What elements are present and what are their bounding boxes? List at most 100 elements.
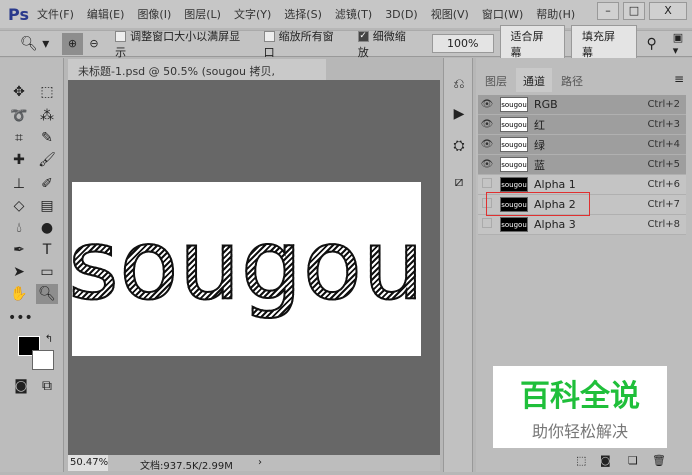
3d-icon[interactable]: ⛭ bbox=[448, 136, 470, 156]
search-icon[interactable]: ⚲ bbox=[647, 36, 657, 52]
rectangle-tool-icon[interactable]: ▭ bbox=[36, 262, 58, 282]
eye-icon[interactable]: 👁︎ bbox=[478, 119, 496, 130]
document-tab[interactable]: 未标题-1.psd @ 50.5% (sougou 拷贝, RGB/8#) * … bbox=[68, 59, 326, 92]
watermark-subtitle: 助你轻松解决 bbox=[531, 422, 628, 441]
resize-windows-checkbox[interactable]: 调整窗口大小以满屏显示 bbox=[115, 28, 249, 60]
move-tool-icon[interactable]: ✥ bbox=[8, 82, 30, 102]
zoom-in-icon[interactable]: ⊕ bbox=[61, 32, 84, 55]
channel-thumbnail: sougou bbox=[500, 217, 528, 232]
screen-mode-icon[interactable]: ⧉ bbox=[36, 376, 58, 396]
panel-dock-strip: ⎌ ▶ ⛭ ⧄ bbox=[443, 58, 473, 472]
visibility-toggle[interactable] bbox=[478, 178, 496, 191]
channel-name: Alpha 1 bbox=[534, 178, 576, 191]
magic-wand-icon[interactable]: ⁂ bbox=[36, 106, 58, 126]
history-icon[interactable]: ⎌ bbox=[448, 74, 470, 94]
scrubby-zoom-checkbox[interactable]: ✓ 细微缩放 bbox=[357, 28, 416, 60]
zoom-level[interactable]: 50.47% bbox=[68, 455, 108, 471]
channel-name: 红 bbox=[534, 118, 545, 132]
watermark-title: 百科全说 bbox=[520, 379, 640, 414]
maximize-button[interactable]: □ bbox=[623, 2, 645, 20]
channel-thumbnail: sougou bbox=[500, 137, 528, 152]
channel-thumbnail: sougou bbox=[500, 177, 528, 192]
zoom-out-icon[interactable]: ⊖ bbox=[89, 37, 109, 50]
document-canvas[interactable]: sougou bbox=[67, 182, 425, 356]
channel-shortcut: Ctrl+8 bbox=[647, 219, 680, 230]
actions-play-icon[interactable]: ▶ bbox=[448, 104, 470, 124]
type-tool-icon[interactable]: T bbox=[36, 240, 58, 260]
zoom-value-input[interactable]: 100% bbox=[432, 34, 494, 53]
close-button[interactable]: X bbox=[649, 2, 687, 20]
swap-colors-icon[interactable]: ↰ bbox=[38, 330, 60, 350]
menu-help[interactable]: 帮助(H) bbox=[536, 6, 575, 22]
path-selection-icon[interactable]: ➤ bbox=[8, 262, 30, 282]
panel-menu-icon[interactable]: ≡ bbox=[674, 72, 684, 86]
eye-icon[interactable]: 👁︎ bbox=[478, 159, 496, 170]
properties-icon[interactable]: ⧄ bbox=[448, 172, 470, 192]
background-color-swatch[interactable] bbox=[32, 350, 54, 370]
zoom-all-checkbox[interactable]: 缩放所有窗口 bbox=[263, 28, 344, 60]
channel-shortcut: Ctrl+2 bbox=[647, 99, 680, 110]
channel-thumbnail: sougou bbox=[500, 117, 528, 132]
channel-row[interactable]: 👁︎ sougou 红 Ctrl+3 bbox=[478, 115, 686, 135]
eyedropper-icon[interactable]: ✎ bbox=[36, 128, 58, 148]
watermark: 百科全说 助你轻松解决 bbox=[493, 366, 667, 448]
highlight-box bbox=[486, 192, 590, 216]
fit-screen-button[interactable]: 适合屏幕 bbox=[499, 24, 566, 63]
channel-row[interactable]: 👁︎ sougou RGB Ctrl+2 bbox=[478, 95, 686, 115]
marquee-tool-icon[interactable]: ⬚ bbox=[36, 82, 58, 102]
channel-shortcut: Ctrl+7 bbox=[647, 199, 680, 210]
status-bar: 50.47% 文档:937.5K/2.99M › bbox=[68, 455, 440, 472]
dodge-tool-icon[interactable]: ● bbox=[36, 218, 58, 238]
eye-icon[interactable]: 👁︎ bbox=[478, 99, 496, 110]
eye-icon[interactable]: 👁︎ bbox=[478, 139, 496, 150]
menu-file[interactable]: 文件(F) bbox=[37, 6, 74, 22]
menu-3d[interactable]: 3D(D) bbox=[385, 8, 418, 21]
photoshop-logo: Ps bbox=[8, 4, 29, 24]
workspace-icon[interactable]: ▣ ▾ bbox=[673, 31, 692, 57]
fill-screen-button[interactable]: 填充屏幕 bbox=[571, 24, 637, 63]
save-selection-icon[interactable]: ◙ bbox=[600, 454, 611, 467]
menu-edit[interactable]: 编辑(E) bbox=[87, 6, 125, 22]
minimize-button[interactable]: – bbox=[597, 2, 619, 20]
visibility-toggle[interactable] bbox=[478, 218, 496, 231]
menu-select[interactable]: 选择(S) bbox=[284, 6, 322, 22]
zoom-tool-icon[interactable]: 🔍︎ bbox=[36, 284, 58, 304]
crop-tool-icon[interactable]: ⌗ bbox=[8, 128, 30, 148]
new-channel-icon[interactable]: ❏ bbox=[628, 454, 638, 467]
blur-tool-icon[interactable]: 💧︎ bbox=[8, 218, 30, 238]
options-bar: 🔍︎ ▾ ⊕ ⊖ 调整窗口大小以满屏显示 缩放所有窗口 ✓ 细微缩放 100% 适… bbox=[0, 24, 692, 63]
more-tools-icon[interactable]: ••• bbox=[8, 308, 33, 328]
delete-channel-icon[interactable]: 🗑︎ bbox=[652, 454, 666, 467]
tab-paths[interactable]: 路径 bbox=[554, 68, 590, 92]
menu-image[interactable]: 图像(I) bbox=[137, 6, 171, 22]
channel-name: Alpha 3 bbox=[534, 218, 576, 231]
tab-layers[interactable]: 图层 bbox=[478, 68, 514, 92]
tab-channels[interactable]: 通道 bbox=[516, 68, 552, 92]
status-menu-arrow[interactable]: › bbox=[258, 457, 262, 468]
menu-filter[interactable]: 滤镜(T) bbox=[335, 6, 372, 22]
hand-tool-icon[interactable]: ✋ bbox=[8, 284, 30, 304]
brush-tool-icon[interactable]: 🖌︎ bbox=[36, 150, 58, 170]
channel-shortcut: Ctrl+3 bbox=[647, 119, 680, 130]
zoom-tool-preset-icon[interactable]: 🔍︎ ▾ bbox=[20, 36, 56, 52]
channel-row[interactable]: 👁︎ sougou 蓝 Ctrl+5 bbox=[478, 155, 686, 175]
load-selection-icon[interactable]: ⬚ bbox=[576, 454, 586, 467]
channel-name: 蓝 bbox=[534, 158, 545, 172]
menu-view[interactable]: 视图(V) bbox=[431, 6, 469, 22]
menu-type[interactable]: 文字(Y) bbox=[234, 6, 271, 22]
channel-row[interactable]: sougou Alpha 3 Ctrl+8 bbox=[478, 215, 686, 235]
channel-thumbnail: sougou bbox=[500, 97, 528, 112]
lasso-tool-icon[interactable]: ➰ bbox=[8, 106, 30, 126]
menu-window[interactable]: 窗口(W) bbox=[482, 6, 523, 22]
quick-mask-icon[interactable]: ◙ bbox=[10, 376, 32, 396]
clone-stamp-icon[interactable]: ⊥ bbox=[8, 174, 30, 194]
pen-tool-icon[interactable]: ✒ bbox=[8, 240, 30, 260]
gradient-icon[interactable]: ▤ bbox=[36, 196, 58, 216]
eraser-icon[interactable]: ◇ bbox=[8, 196, 30, 216]
menu-layer[interactable]: 图层(L) bbox=[184, 6, 221, 22]
channel-row[interactable]: 👁︎ sougou 绿 Ctrl+4 bbox=[478, 135, 686, 155]
canvas-text: sougou bbox=[67, 208, 425, 322]
document-size: 文档:937.5K/2.99M bbox=[140, 461, 233, 472]
healing-brush-icon[interactable]: ✚ bbox=[8, 150, 30, 170]
history-brush-icon[interactable]: ✐ bbox=[36, 174, 58, 194]
